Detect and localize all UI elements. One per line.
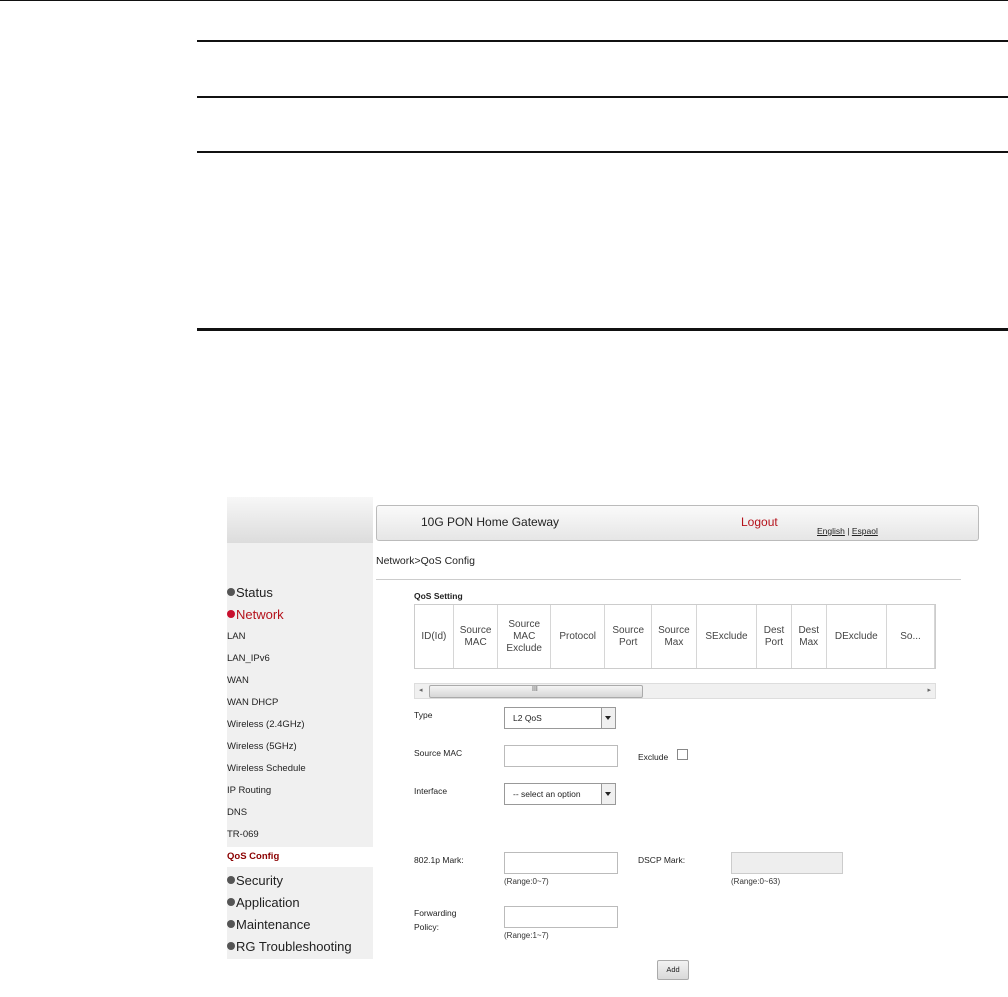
- sidebar-item-security[interactable]: Security: [227, 873, 283, 888]
- qos-table-header-row: ID(Id) Source MAC Source MAC Exclude Pro…: [415, 605, 935, 668]
- table-rule-4: [197, 328, 1008, 331]
- qos-setting-title: QoS Setting: [414, 591, 463, 601]
- sidebar-item-dns[interactable]: DNS: [227, 807, 247, 818]
- forwarding-policy-input[interactable]: [504, 906, 618, 928]
- chevron-down-icon: [601, 708, 615, 728]
- scrollbar-thumb[interactable]: III: [429, 685, 643, 698]
- source-mac-label: Source MAC: [414, 748, 463, 758]
- sidebar-item-tr069[interactable]: TR-069: [227, 829, 259, 840]
- type-label: Type: [414, 710, 433, 720]
- source-mac-input[interactable]: [504, 745, 618, 767]
- forwarding-policy-label-2: Policy:: [414, 922, 440, 932]
- column-header: Source MAC: [453, 605, 499, 668]
- breadcrumb-divider: [376, 579, 961, 580]
- gateway-title: 10G PON Home Gateway: [421, 515, 560, 529]
- 8021p-range-hint: (Range:0~7): [504, 877, 549, 886]
- sidebar-item-wireless-24[interactable]: Wireless (2.4GHz): [227, 719, 305, 730]
- 8021p-mark-label: 802.1p Mark:: [414, 855, 464, 865]
- table-rule-2: [197, 96, 1008, 98]
- sidebar-item-ip-routing[interactable]: IP Routing: [227, 785, 271, 796]
- column-header: Protocol: [550, 605, 606, 668]
- sidebar-item-lan[interactable]: LAN: [227, 631, 245, 642]
- lang-separator: |: [847, 526, 850, 536]
- scroll-left-arrow-icon[interactable]: ◂: [419, 686, 423, 694]
- sidebar-item-wireless-schedule[interactable]: Wireless Schedule: [227, 763, 306, 774]
- column-header: Dest Port: [756, 605, 792, 668]
- sidebar-item-wan[interactable]: WAN: [227, 675, 249, 686]
- scroll-right-arrow-icon[interactable]: ▸: [927, 686, 931, 694]
- sidebar-item-rg-troubleshooting[interactable]: RG Troubleshooting: [227, 939, 352, 954]
- exclude-checkbox[interactable]: [677, 749, 688, 760]
- language-links: English | Espaol: [817, 526, 878, 536]
- sidebar-item-application[interactable]: Application: [227, 895, 300, 910]
- gateway-screenshot: 10G PON Home Gateway Logout English | Es…: [227, 497, 981, 983]
- column-header: Dest Max: [791, 605, 827, 668]
- exclude-label: Exclude: [638, 752, 669, 762]
- logout-link[interactable]: Logout: [741, 515, 778, 529]
- top-bar: 10G PON Home Gateway Logout English | Es…: [376, 505, 979, 541]
- expand-bullet-icon: [227, 898, 235, 906]
- table-horizontal-scrollbar[interactable]: ◂ III ▸: [414, 683, 936, 699]
- breadcrumb: Network>QoS Config: [376, 555, 475, 567]
- page-top-rule: [0, 0, 1008, 1]
- 8021p-mark-input[interactable]: [504, 852, 618, 874]
- expand-bullet-icon: [227, 588, 235, 596]
- column-header: Source Port: [604, 605, 653, 668]
- column-header: SExclude: [696, 605, 758, 668]
- expand-bullet-icon: [227, 920, 235, 928]
- column-header: DExclude: [826, 605, 888, 668]
- lang-espanol-link[interactable]: Espaol: [852, 526, 878, 536]
- sidebar: Status Network LAN LAN_IPv6 WAN WAN DHCP…: [227, 543, 373, 959]
- dscp-mark-label: DSCP Mark:: [638, 855, 686, 865]
- expand-bullet-icon: [227, 876, 235, 884]
- column-header: Source Max: [651, 605, 697, 668]
- interface-label: Interface: [414, 786, 448, 796]
- sidebar-item-status[interactable]: Status: [227, 585, 273, 600]
- dscp-mark-input[interactable]: [731, 852, 843, 874]
- qos-table: ID(Id) Source MAC Source MAC Exclude Pro…: [414, 604, 936, 669]
- scrollbar-grip-icon: III: [532, 686, 538, 693]
- sidebar-header: [227, 497, 373, 543]
- sidebar-item-wireless-5[interactable]: Wireless (5GHz): [227, 741, 297, 752]
- dscp-range-hint: (Range:0~63): [731, 877, 781, 886]
- lang-english-link[interactable]: English: [817, 526, 845, 536]
- column-header: Source MAC Exclude: [497, 605, 551, 668]
- table-rule-3: [197, 151, 1008, 153]
- expanded-bullet-icon: [227, 610, 235, 618]
- expand-bullet-icon: [227, 942, 235, 950]
- forwarding-policy-label-1: Forwarding: [414, 908, 457, 918]
- chevron-down-icon: [601, 784, 615, 804]
- sidebar-item-network[interactable]: Network: [227, 607, 284, 622]
- sidebar-item-maintenance[interactable]: Maintenance: [227, 917, 310, 932]
- type-select[interactable]: L2 QoS: [504, 707, 616, 729]
- interface-select[interactable]: -- select an option: [504, 783, 616, 805]
- table-rule-1: [197, 40, 1008, 42]
- sidebar-item-wan-dhcp[interactable]: WAN DHCP: [227, 697, 278, 708]
- add-button[interactable]: Add: [657, 960, 689, 980]
- sidebar-item-qos-config[interactable]: QoS Config: [227, 847, 373, 867]
- column-header: So...: [886, 605, 935, 668]
- column-header: ID(Id): [415, 605, 454, 668]
- sidebar-item-lan-ipv6[interactable]: LAN_IPv6: [227, 653, 270, 664]
- forwarding-range-hint: (Range:1~7): [504, 931, 549, 940]
